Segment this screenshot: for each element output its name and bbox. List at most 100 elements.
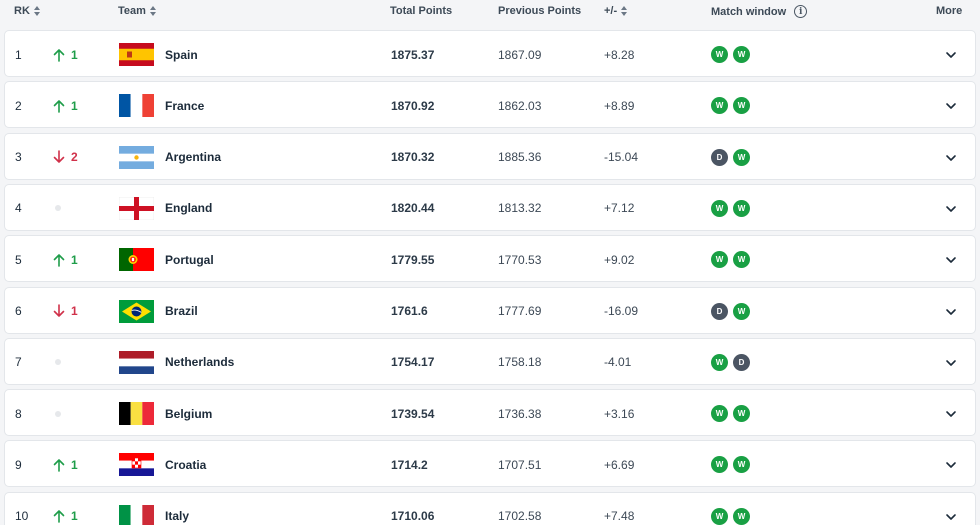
chevron-down-icon[interactable] [945, 458, 957, 470]
no-change-dot-icon [55, 410, 61, 417]
chevron-down-icon[interactable] [945, 48, 957, 60]
info-icon[interactable]: i [794, 5, 808, 18]
chevron-down-icon[interactable] [945, 151, 957, 163]
match-window: WD [711, 339, 750, 386]
chevron-down-icon[interactable] [945, 305, 957, 317]
team-name[interactable]: England [165, 185, 212, 232]
flag-icon [119, 402, 154, 426]
total-points: 1870.92 [391, 98, 435, 113]
result-badge: W [733, 251, 750, 269]
table-row[interactable]: 10 1 Italy 1710.06 1702.58 +7.48 W W [4, 491, 976, 525]
result-badge: W [711, 405, 728, 423]
chevron-down-icon[interactable] [945, 202, 957, 214]
rank-change: 1 [53, 236, 78, 283]
table-row[interactable]: 6 1 Brazil 1761.6 1777.69 -16.09 D W [4, 286, 976, 335]
rank-change: 1 [53, 82, 78, 129]
previous-points: 1736.38 [498, 406, 542, 421]
chevron-down-icon[interactable] [945, 99, 957, 111]
rank-change: 1 [53, 493, 78, 525]
chevron-down-icon[interactable] [945, 407, 957, 419]
points-diff: +8.28 [604, 47, 635, 62]
match-window: WW [711, 31, 750, 78]
team-name[interactable]: Croatia [165, 441, 206, 488]
previous-points: 1770.53 [498, 252, 542, 267]
no-change-dot-icon [55, 205, 61, 212]
result-badge: W [733, 405, 750, 423]
result-badge: W [711, 46, 728, 63]
result-badge: W [733, 46, 750, 63]
team-name[interactable]: France [165, 82, 204, 129]
sort-icon[interactable] [621, 6, 628, 16]
table-row[interactable]: 3 2 Argentina 1870.32 1885.36 -15.04 D W [4, 132, 976, 181]
table-header: RK Team Total Points Previous Points +/-… [0, 0, 980, 28]
table-row[interactable]: 4 England 1820.44 1813.32 +7.12 W W [4, 183, 976, 232]
table-row[interactable]: 5 1 Portugal 1779.55 1770.53 +9.02 W W [4, 235, 976, 283]
rank-change-value: 1 [71, 457, 78, 472]
previous-points: 1885.36 [498, 150, 542, 165]
rank-change: 2 [53, 134, 78, 181]
points-diff: -16.09 [604, 304, 639, 318]
flag-icon [119, 350, 154, 374]
sort-icon[interactable] [33, 6, 40, 16]
table-row[interactable]: 7 Netherlands 1754.17 1758.18 -4.01 W D [4, 337, 976, 386]
rank-column-header[interactable]: RK [14, 5, 40, 17]
points-diff: +6.69 [604, 457, 635, 472]
flag-icon [119, 94, 154, 118]
team-name[interactable]: Portugal [165, 236, 214, 283]
result-badge: W [711, 199, 728, 217]
previous-points: 1707.51 [498, 457, 542, 472]
result-badge: W [711, 251, 728, 269]
rank-number: 3 [15, 150, 22, 165]
result-badge: D [711, 302, 728, 320]
points-diff: +7.12 [604, 201, 635, 216]
flag-icon [119, 504, 154, 525]
team-name[interactable]: Argentina [165, 134, 221, 181]
team-name[interactable]: Spain [165, 31, 198, 78]
result-badge: D [733, 353, 750, 371]
table-row[interactable]: 9 1 Croatia 1714.2 1707.51 +6.69 W W [4, 440, 976, 488]
sort-icon[interactable] [149, 6, 156, 16]
rank-change: 1 [53, 31, 78, 78]
more-header-label: More [936, 5, 963, 17]
points-diff: +3.16 [604, 406, 635, 421]
chevron-down-icon[interactable] [945, 356, 957, 368]
flag-icon [119, 43, 154, 66]
diff-column-header[interactable]: +/- [604, 5, 628, 17]
points-diff: -4.01 [604, 355, 632, 370]
chevron-down-icon[interactable] [945, 253, 957, 265]
rank-change-value: 1 [71, 98, 78, 113]
table-row[interactable]: 1 1 Spain 1875.37 1867.09 +8.28 W W [4, 30, 976, 77]
arrow-up-icon [53, 99, 65, 113]
total-points: 1714.2 [391, 457, 428, 472]
table-row[interactable]: 2 1 France 1870.92 1862.03 +8.89 W W [4, 81, 976, 129]
match-window: WW [711, 82, 750, 129]
rank-change [53, 339, 61, 386]
points-diff: +8.89 [604, 98, 635, 113]
table-row[interactable]: 8 Belgium 1739.54 1736.38 +3.16 W W [4, 389, 976, 437]
match-window: WW [711, 493, 750, 525]
total-points: 1870.32 [391, 150, 435, 165]
rank-number: 6 [15, 304, 22, 318]
match-window-header-label: Match window [711, 5, 787, 18]
rank-number: 8 [15, 406, 22, 421]
total-points-column-header: Total Points [390, 5, 452, 17]
diff-header-label: +/- [604, 5, 618, 17]
team-name[interactable]: Netherlands [165, 339, 234, 386]
previous-points: 1758.18 [498, 355, 542, 370]
points-diff: +9.02 [604, 252, 635, 267]
team-name[interactable]: Belgium [165, 390, 212, 437]
team-name[interactable]: Italy [165, 493, 189, 525]
arrow-down-icon [53, 150, 65, 164]
match-window: WW [711, 390, 750, 437]
result-badge: W [733, 148, 750, 166]
previous-points: 1862.03 [498, 98, 542, 113]
rank-number: 7 [15, 355, 22, 370]
team-name[interactable]: Brazil [165, 288, 198, 335]
result-badge: W [711, 456, 728, 474]
rank-change-value: 1 [71, 47, 78, 62]
result-badge: W [733, 302, 750, 320]
team-column-header[interactable]: Team [118, 5, 156, 17]
rank-change-value: 1 [71, 252, 78, 267]
previous-points: 1867.09 [498, 47, 542, 62]
chevron-down-icon[interactable] [945, 510, 957, 522]
